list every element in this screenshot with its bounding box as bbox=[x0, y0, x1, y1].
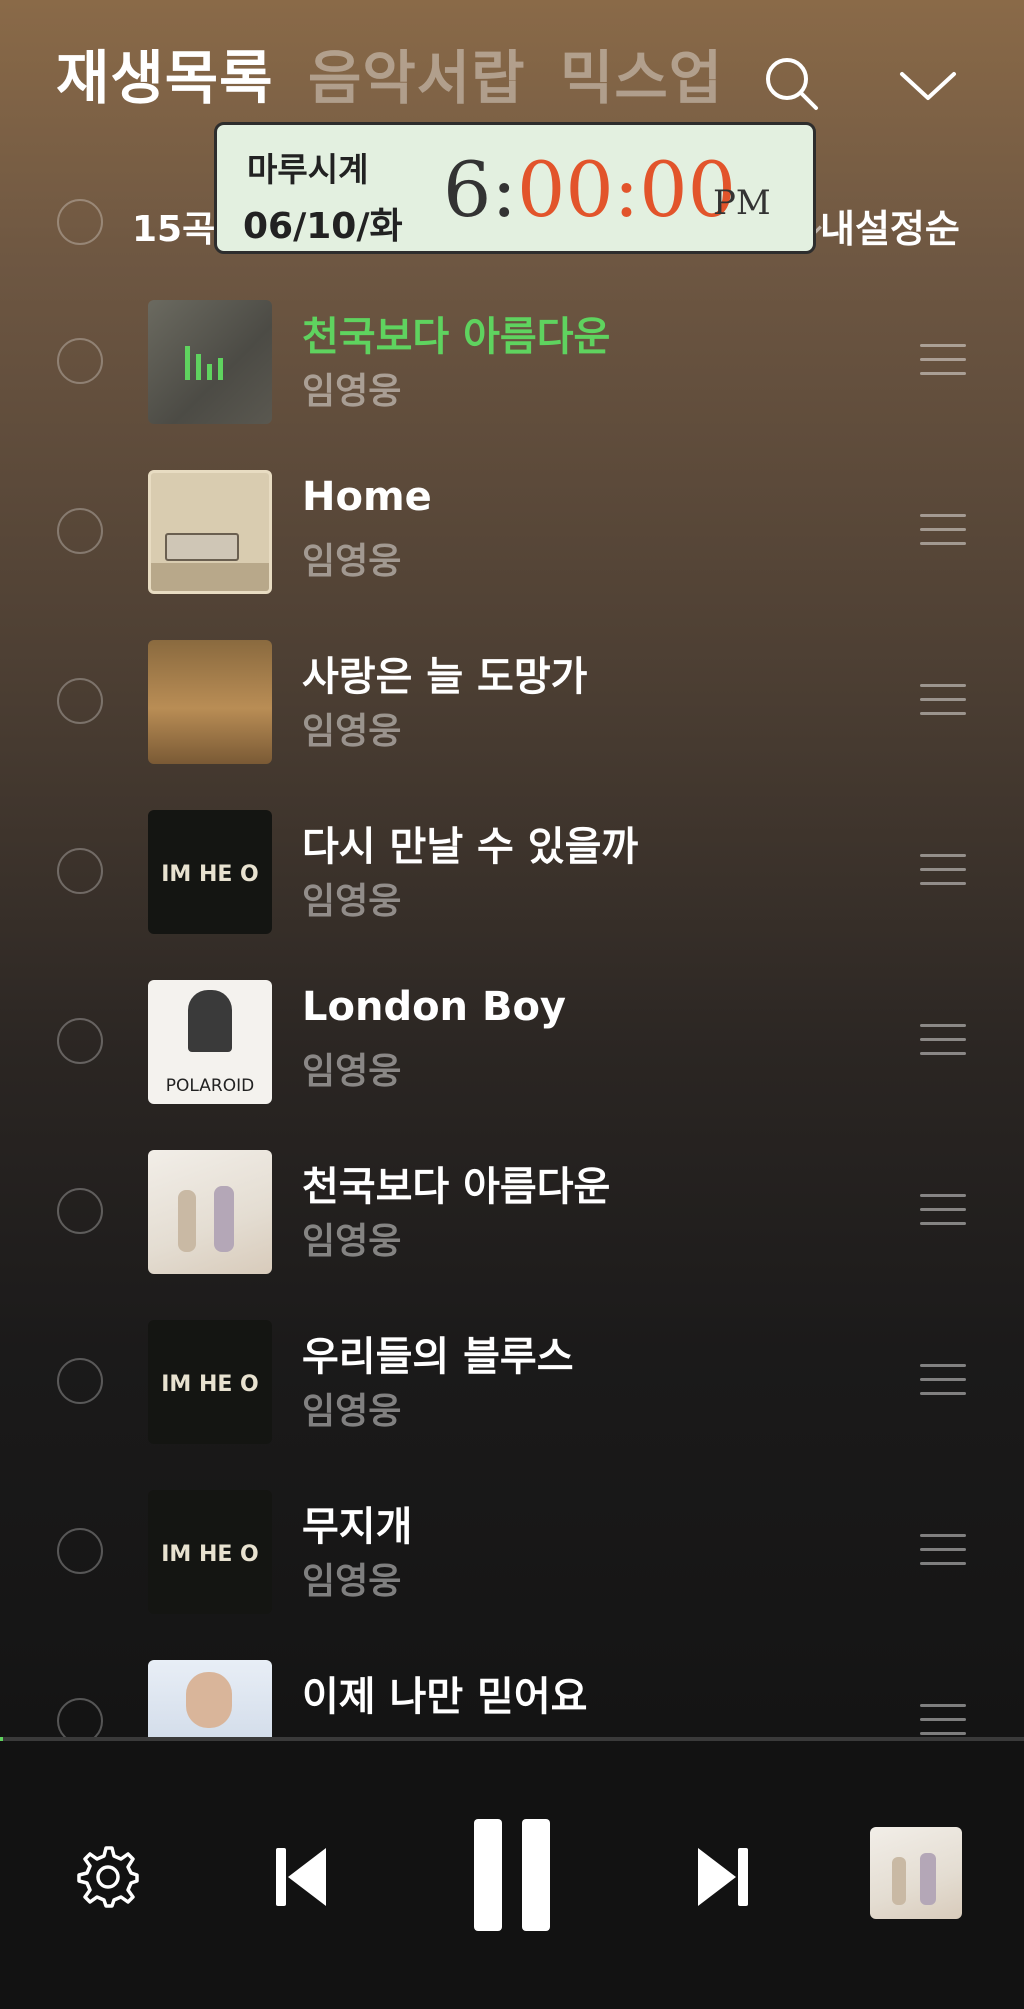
previous-icon[interactable] bbox=[262, 1837, 338, 1917]
clock-date: 06/10/화 bbox=[243, 206, 403, 247]
drag-handle-icon[interactable] bbox=[920, 514, 966, 556]
song-title: 우리들의 블루스 bbox=[302, 1334, 574, 1380]
chevron-down-icon[interactable] bbox=[896, 52, 960, 116]
song-row[interactable]: IM HE O 무지개 임영웅 bbox=[0, 1490, 1024, 1660]
song-artist: 임영웅 bbox=[302, 1221, 402, 1262]
song-title: Home bbox=[302, 474, 432, 520]
album-art: IM HE O bbox=[148, 810, 272, 934]
drag-handle-icon[interactable] bbox=[920, 1024, 966, 1066]
song-artist: 임영웅 bbox=[302, 1051, 402, 1092]
album-art-text: POLAROID bbox=[165, 1076, 255, 1096]
song-artist: 임영웅 bbox=[302, 541, 402, 582]
song-row[interactable]: 천국보다 아름다운 임영웅 bbox=[0, 300, 1024, 470]
song-artist: 임영웅 bbox=[302, 371, 402, 412]
song-select-checkbox[interactable] bbox=[57, 1188, 103, 1234]
clock-ampm: PM bbox=[713, 183, 771, 223]
clock-minutes-seconds: 00:00 bbox=[516, 145, 736, 234]
album-art-text: IM HE O bbox=[161, 1542, 259, 1567]
song-select-checkbox[interactable] bbox=[57, 1018, 103, 1064]
pause-icon[interactable] bbox=[462, 1813, 562, 1937]
song-select-checkbox[interactable] bbox=[57, 848, 103, 894]
clock-hour: 6: bbox=[443, 145, 517, 234]
song-row[interactable]: IM HE O 우리들의 블루스 임영웅 bbox=[0, 1320, 1024, 1490]
song-title: London Boy bbox=[302, 984, 567, 1030]
song-select-checkbox[interactable] bbox=[57, 508, 103, 554]
song-title: 이제 나만 믿어요 bbox=[302, 1674, 588, 1720]
song-row[interactable]: Home 임영웅 bbox=[0, 470, 1024, 640]
song-artist: 임영웅 bbox=[302, 711, 402, 752]
clock-time: 6:00:00 bbox=[443, 145, 736, 235]
tab-playlist[interactable]: 재생목록 bbox=[56, 44, 273, 112]
album-art bbox=[148, 640, 272, 764]
album-art bbox=[148, 300, 272, 424]
album-art bbox=[148, 1150, 272, 1274]
song-title: 사랑은 늘 도망가 bbox=[302, 654, 588, 700]
drag-handle-icon[interactable] bbox=[920, 1704, 966, 1737]
album-art: POLAROID bbox=[148, 980, 272, 1104]
now-playing-album-art[interactable] bbox=[870, 1827, 962, 1919]
drag-handle-icon[interactable] bbox=[920, 854, 966, 896]
song-row[interactable]: 이제 나만 믿어요 bbox=[0, 1660, 1024, 1737]
album-art bbox=[148, 1660, 272, 1737]
song-select-checkbox[interactable] bbox=[57, 678, 103, 724]
album-art bbox=[148, 470, 272, 594]
song-row[interactable]: 천국보다 아름다운 임영웅 bbox=[0, 1150, 1024, 1320]
drag-handle-icon[interactable] bbox=[920, 1364, 966, 1406]
drag-handle-icon[interactable] bbox=[920, 1534, 966, 1576]
song-row[interactable]: IM HE O 다시 만날 수 있을까 임영웅 bbox=[0, 810, 1024, 980]
drag-handle-icon[interactable] bbox=[920, 1194, 966, 1236]
song-title: 천국보다 아름다운 bbox=[302, 1164, 611, 1210]
clock-title: 마루시계 bbox=[247, 150, 369, 189]
song-row[interactable]: POLAROID London Boy 임영웅 bbox=[0, 980, 1024, 1150]
song-artist: 임영웅 bbox=[302, 1391, 402, 1432]
select-all-checkbox[interactable] bbox=[57, 199, 103, 245]
song-row[interactable]: 사랑은 늘 도망가 임영웅 bbox=[0, 640, 1024, 810]
song-artist: 임영웅 bbox=[302, 1561, 402, 1602]
tab-music-drawer[interactable]: 음악서랍 bbox=[308, 44, 525, 112]
song-title: 다시 만날 수 있을까 bbox=[302, 824, 639, 870]
next-icon[interactable] bbox=[686, 1837, 762, 1917]
album-art: IM HE O bbox=[148, 1320, 272, 1444]
song-title: 무지개 bbox=[302, 1504, 413, 1550]
song-select-checkbox[interactable] bbox=[57, 1358, 103, 1404]
drag-handle-icon[interactable] bbox=[920, 684, 966, 726]
clock-widget[interactable]: 마루시계 06/10/화 6:00:00 PM bbox=[214, 122, 816, 254]
song-title: 천국보다 아름다운 bbox=[302, 314, 611, 360]
sort-order-button[interactable]: 내설정순 bbox=[820, 198, 960, 253]
search-icon[interactable] bbox=[756, 48, 828, 120]
song-select-checkbox[interactable] bbox=[57, 1528, 103, 1574]
album-art-text: IM HE O bbox=[161, 862, 259, 887]
settings-icon[interactable] bbox=[70, 1839, 146, 1915]
tab-mixup[interactable]: 믹스업 bbox=[560, 44, 723, 112]
album-art: IM HE O bbox=[148, 1490, 272, 1614]
drag-handle-icon[interactable] bbox=[920, 344, 966, 386]
song-artist: 임영웅 bbox=[302, 881, 402, 922]
album-art-text: IM HE O bbox=[161, 1372, 259, 1397]
player-bar bbox=[0, 1741, 1024, 2009]
song-select-checkbox[interactable] bbox=[57, 338, 103, 384]
song-select-checkbox[interactable] bbox=[57, 1698, 103, 1737]
song-count: 15곡 bbox=[132, 209, 216, 250]
